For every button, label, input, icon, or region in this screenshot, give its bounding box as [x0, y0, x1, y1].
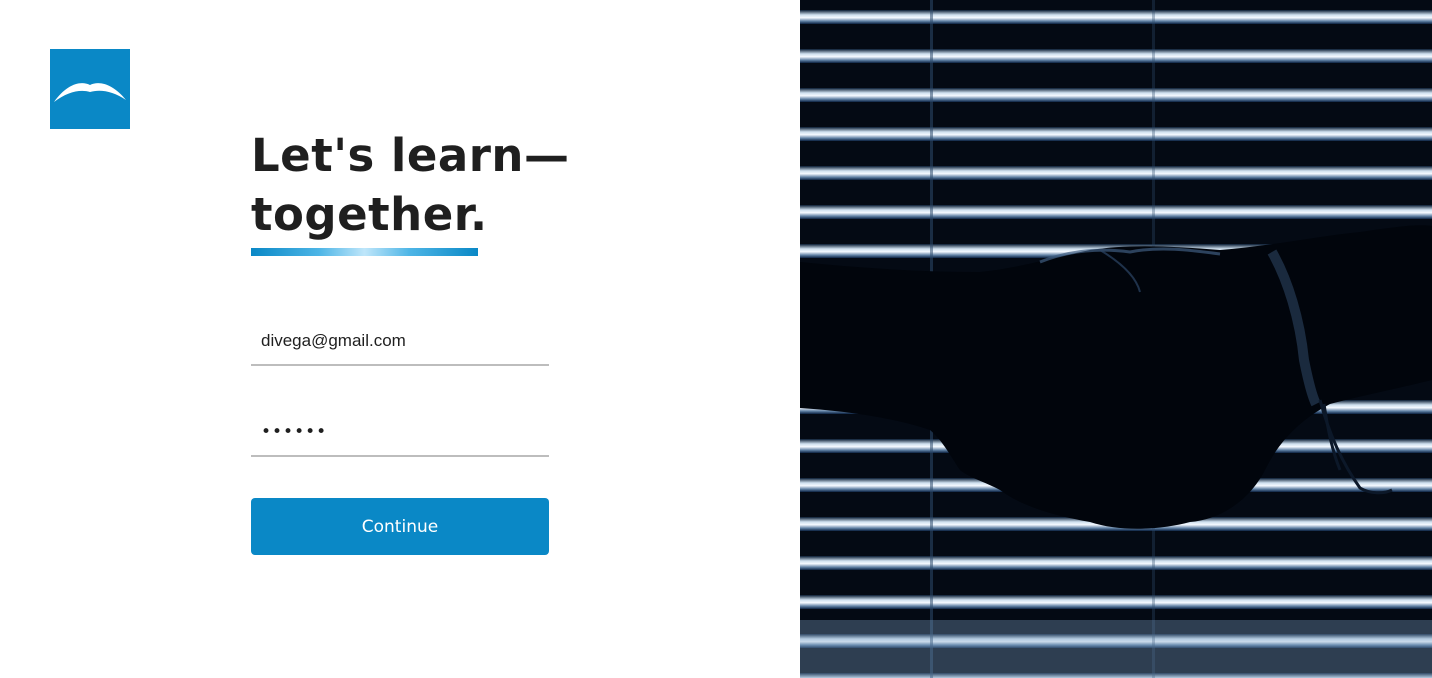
- handshake-photo: [800, 0, 1432, 678]
- headline-line-2: together.: [251, 188, 488, 241]
- headline-underline: [251, 248, 478, 256]
- email-field-wrapper: [251, 318, 549, 366]
- login-page: Let's learn— together. Continue: [0, 0, 1432, 678]
- continue-button[interactable]: Continue: [251, 498, 549, 555]
- brand-logo[interactable]: [50, 49, 130, 129]
- login-panel: Let's learn— together. Continue: [0, 0, 800, 678]
- bird-wing-logo-icon: [54, 83, 126, 102]
- password-field[interactable]: [251, 409, 549, 455]
- hero-image: [800, 0, 1432, 678]
- page-headline: Let's learn— together.: [251, 126, 581, 244]
- headline-line-1: Let's learn—: [251, 129, 570, 182]
- email-field[interactable]: [251, 318, 549, 364]
- password-field-wrapper: [251, 409, 549, 457]
